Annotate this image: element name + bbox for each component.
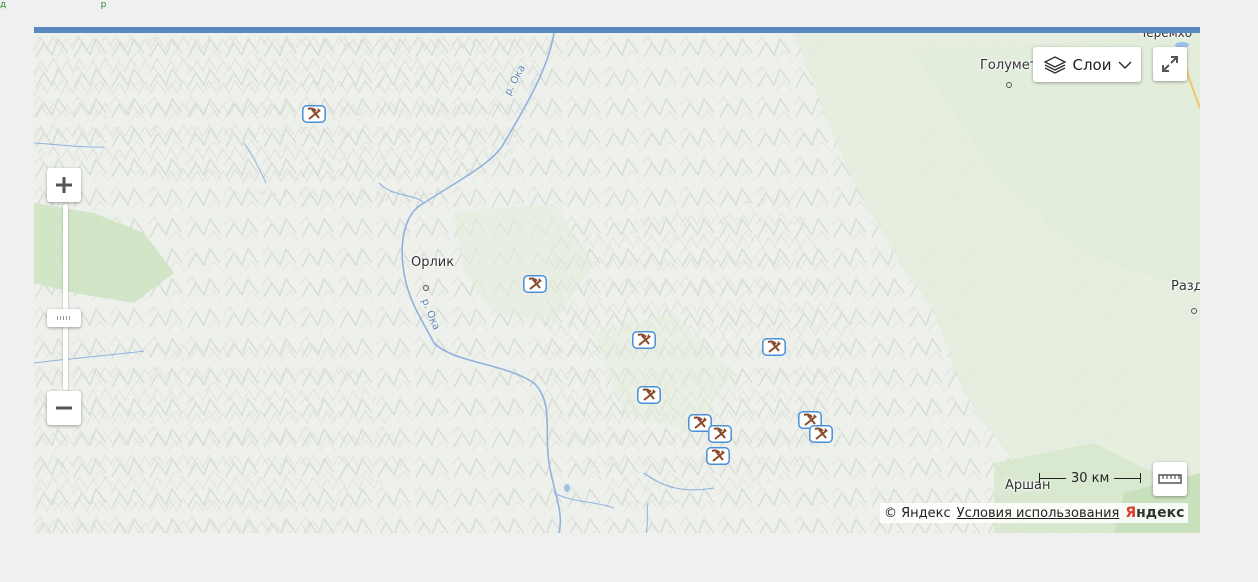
map-copyright: © Яндекс Условия использования Яндекс [880, 503, 1189, 523]
mine-marker[interactable] [706, 447, 730, 465]
map-terrain[interactable] [34, 33, 1200, 533]
copyright-text: © Яндекс [884, 505, 951, 521]
place-label-razd: Разд [1171, 279, 1200, 294]
grip-icon [57, 316, 70, 320]
mine-marker[interactable] [809, 425, 833, 443]
place-label-golumet: Голумет [980, 58, 1038, 73]
layers-icon [1042, 55, 1067, 74]
mine-marker[interactable] [708, 425, 732, 443]
expand-icon [1162, 56, 1178, 72]
pickaxe-hammer-icon [708, 425, 732, 443]
page-top-fragment: д р [0, 0, 107, 10]
terms-link[interactable]: Условия использования [957, 506, 1120, 521]
ruler-button[interactable] [1153, 462, 1187, 496]
ruler-icon [1158, 474, 1182, 484]
pickaxe-hammer-icon [706, 447, 730, 465]
zoom-in-button[interactable] [47, 168, 81, 202]
pickaxe-hammer-icon [762, 338, 786, 356]
mine-marker[interactable] [762, 338, 786, 356]
map-widget[interactable]: Голумет Орлик Разд Аршан Черемхо р. Ока … [34, 27, 1200, 533]
scale-line-left [1040, 477, 1066, 479]
zoom-slider-track[interactable] [63, 204, 68, 390]
place-label-orlik: Орлик [411, 255, 455, 270]
yandex-logo-rest: ндекс [1136, 505, 1185, 521]
scale-line-right [1114, 477, 1141, 479]
pickaxe-hammer-icon [632, 331, 656, 349]
yandex-logo[interactable]: Яндекс [1125, 505, 1184, 521]
scale-bar: 30 км [1039, 470, 1142, 486]
zoom-out-button[interactable] [47, 391, 81, 425]
chevron-down-icon [1117, 60, 1132, 69]
scale-label: 30 км [1071, 470, 1110, 486]
minus-icon [56, 406, 72, 410]
mine-marker[interactable] [637, 386, 661, 404]
plus-icon [56, 177, 72, 193]
pickaxe-hammer-icon [809, 425, 833, 443]
layers-label: Слои [1072, 55, 1112, 74]
scale-tick-right [1140, 473, 1142, 483]
mine-marker[interactable] [632, 331, 656, 349]
map-top-bar [34, 27, 1200, 33]
layers-button[interactable]: Слои [1033, 47, 1141, 82]
mine-marker[interactable] [523, 275, 547, 293]
yandex-logo-first: Я [1125, 505, 1137, 521]
pickaxe-hammer-icon [302, 105, 326, 123]
pickaxe-hammer-icon [637, 386, 661, 404]
pickaxe-hammer-icon [523, 275, 547, 293]
mine-marker[interactable] [302, 105, 326, 123]
fullscreen-button[interactable] [1153, 47, 1187, 81]
zoom-slider-handle[interactable] [47, 309, 81, 327]
